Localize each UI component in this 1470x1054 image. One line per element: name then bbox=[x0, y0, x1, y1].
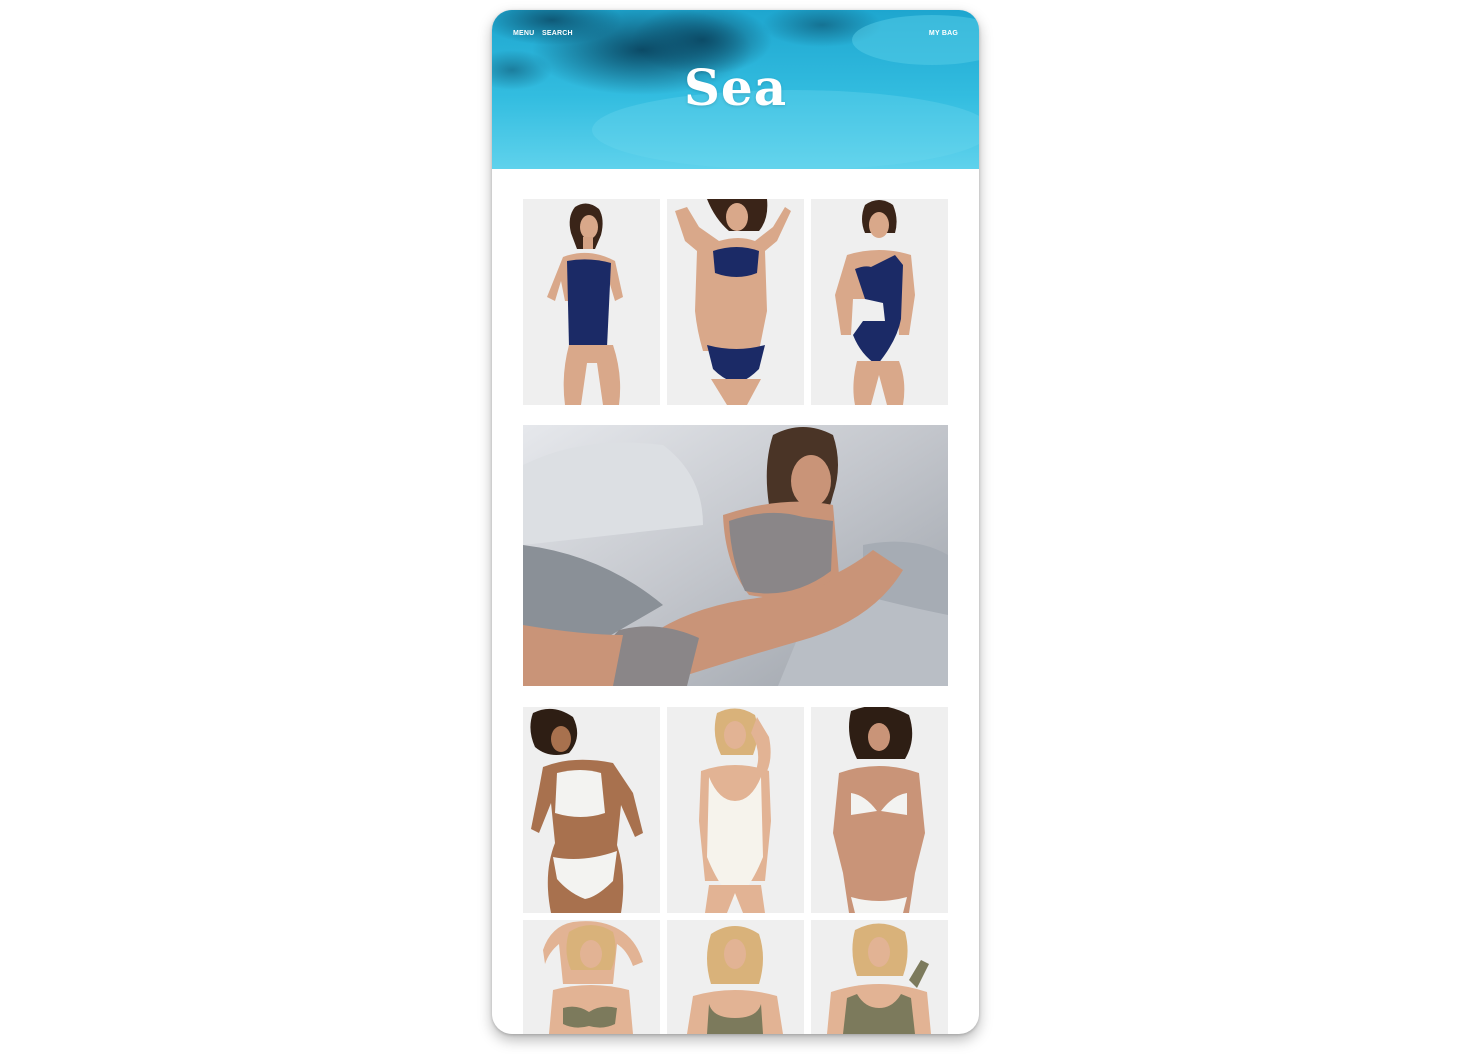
my-bag-link[interactable]: MY BAG bbox=[929, 30, 958, 37]
product-image bbox=[523, 425, 948, 686]
search-link[interactable]: SEARCH bbox=[542, 30, 573, 37]
page-title: Sea bbox=[683, 58, 788, 117]
product-tile-white-triangle-bikini[interactable] bbox=[811, 707, 948, 913]
phone-frame: MENU SEARCH MY BAG Sea bbox=[492, 10, 979, 1034]
product-tile-olive-bikini-top[interactable] bbox=[523, 920, 660, 1034]
product-tile-olive-tank[interactable] bbox=[811, 920, 948, 1034]
product-image bbox=[667, 199, 804, 405]
product-tile-white-crop[interactable] bbox=[523, 707, 660, 913]
lifestyle-image-rock[interactable] bbox=[523, 425, 948, 686]
product-image bbox=[667, 920, 804, 1034]
product-image bbox=[523, 707, 660, 913]
product-image bbox=[811, 920, 948, 1034]
product-tile-navy-one-piece[interactable] bbox=[523, 199, 660, 405]
product-tile-navy-bikini[interactable] bbox=[667, 199, 804, 405]
hero-banner: MENU SEARCH MY BAG Sea bbox=[492, 10, 979, 169]
product-image bbox=[811, 707, 948, 913]
product-tile-olive-scoop-top[interactable] bbox=[667, 920, 804, 1034]
product-image bbox=[523, 199, 660, 405]
product-image bbox=[811, 199, 948, 405]
menu-link[interactable]: MENU bbox=[513, 30, 534, 37]
product-tile-white-one-piece[interactable] bbox=[667, 707, 804, 913]
product-image bbox=[523, 920, 660, 1034]
product-image bbox=[667, 707, 804, 913]
product-tile-navy-one-shoulder[interactable] bbox=[811, 199, 948, 405]
